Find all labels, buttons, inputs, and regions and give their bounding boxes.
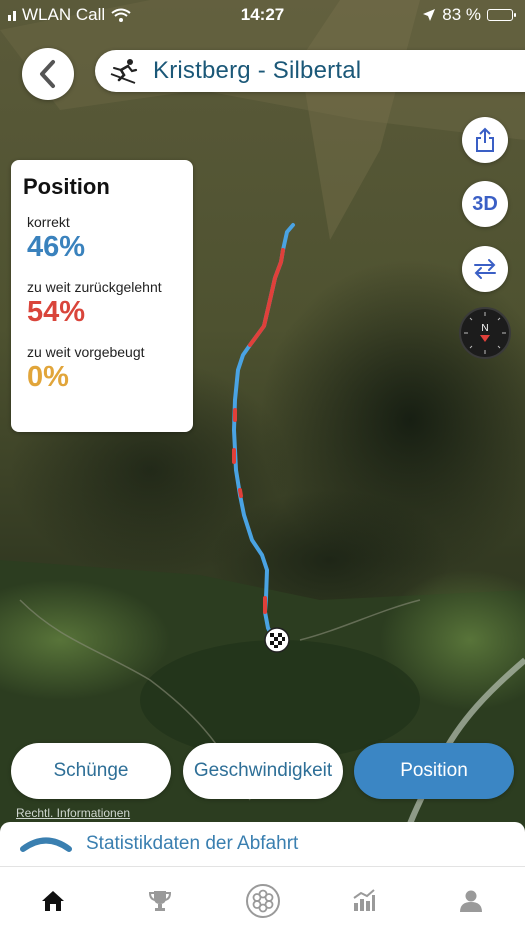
home-icon <box>42 891 64 911</box>
position-correct-value: 46% <box>27 231 86 263</box>
run-title-bar: Kristberg - Silbertal <box>95 50 525 92</box>
segment-schuenge-button[interactable]: Schünge <box>11 743 171 799</box>
tab-home[interactable] <box>33 881 73 921</box>
compass-button[interactable]: N <box>459 307 511 359</box>
chevron-up-icon <box>20 837 72 852</box>
back-button[interactable] <box>22 48 74 100</box>
tab-bar <box>0 866 525 933</box>
location-arrow-icon <box>423 9 436 21</box>
segment-position-button[interactable]: Position <box>354 743 514 799</box>
swap-arrows-icon <box>474 259 496 279</box>
stats-drawer-handle[interactable]: Statistikdaten der Abfahrt <box>0 822 525 866</box>
legal-info-link[interactable]: Rechtl. Informationen <box>16 806 130 820</box>
position-forward-label: zu weit vorgebeugt <box>27 343 145 360</box>
position-forward-value: 0% <box>27 360 69 393</box>
stats-drawer-label: Statistikdaten der Abfahrt <box>86 833 299 854</box>
3d-view-button[interactable]: 3D <box>462 181 508 227</box>
share-button[interactable] <box>462 117 508 163</box>
3d-label: 3D <box>472 192 498 215</box>
tab-profile[interactable] <box>451 881 491 921</box>
compass-north-label: N <box>481 323 488 334</box>
position-correct-label: korrekt <box>27 214 70 230</box>
page-title: Kristberg - Silbertal <box>153 57 362 84</box>
position-backward-label: zu weit zurückgelehnt <box>27 278 162 295</box>
battery-percent: 83 % <box>442 5 481 24</box>
tab-trophies[interactable] <box>140 881 180 921</box>
status-bar: WLAN Call 14:27 83 % <box>0 0 525 32</box>
chevron-left-icon <box>40 60 55 88</box>
battery-icon <box>487 9 516 21</box>
trophy-icon <box>148 891 172 911</box>
position-backward-value: 54% <box>27 295 86 328</box>
swap-button[interactable] <box>462 246 508 292</box>
finish-flag-marker <box>264 627 290 653</box>
tab-stats[interactable] <box>344 881 384 921</box>
snowflake-badge-icon <box>246 884 280 918</box>
skier-icon <box>110 59 138 84</box>
compass-icon: N <box>464 312 506 354</box>
segment-speed-button[interactable]: Geschwindigkeit <box>183 743 343 799</box>
chart-icon <box>353 889 375 911</box>
tab-center[interactable] <box>243 881 283 921</box>
position-card-heading: Position <box>23 174 110 199</box>
position-card: Position korrekt 46% zu weit zurückgeleh… <box>11 160 193 432</box>
share-icon <box>476 127 494 152</box>
person-icon <box>460 890 482 912</box>
